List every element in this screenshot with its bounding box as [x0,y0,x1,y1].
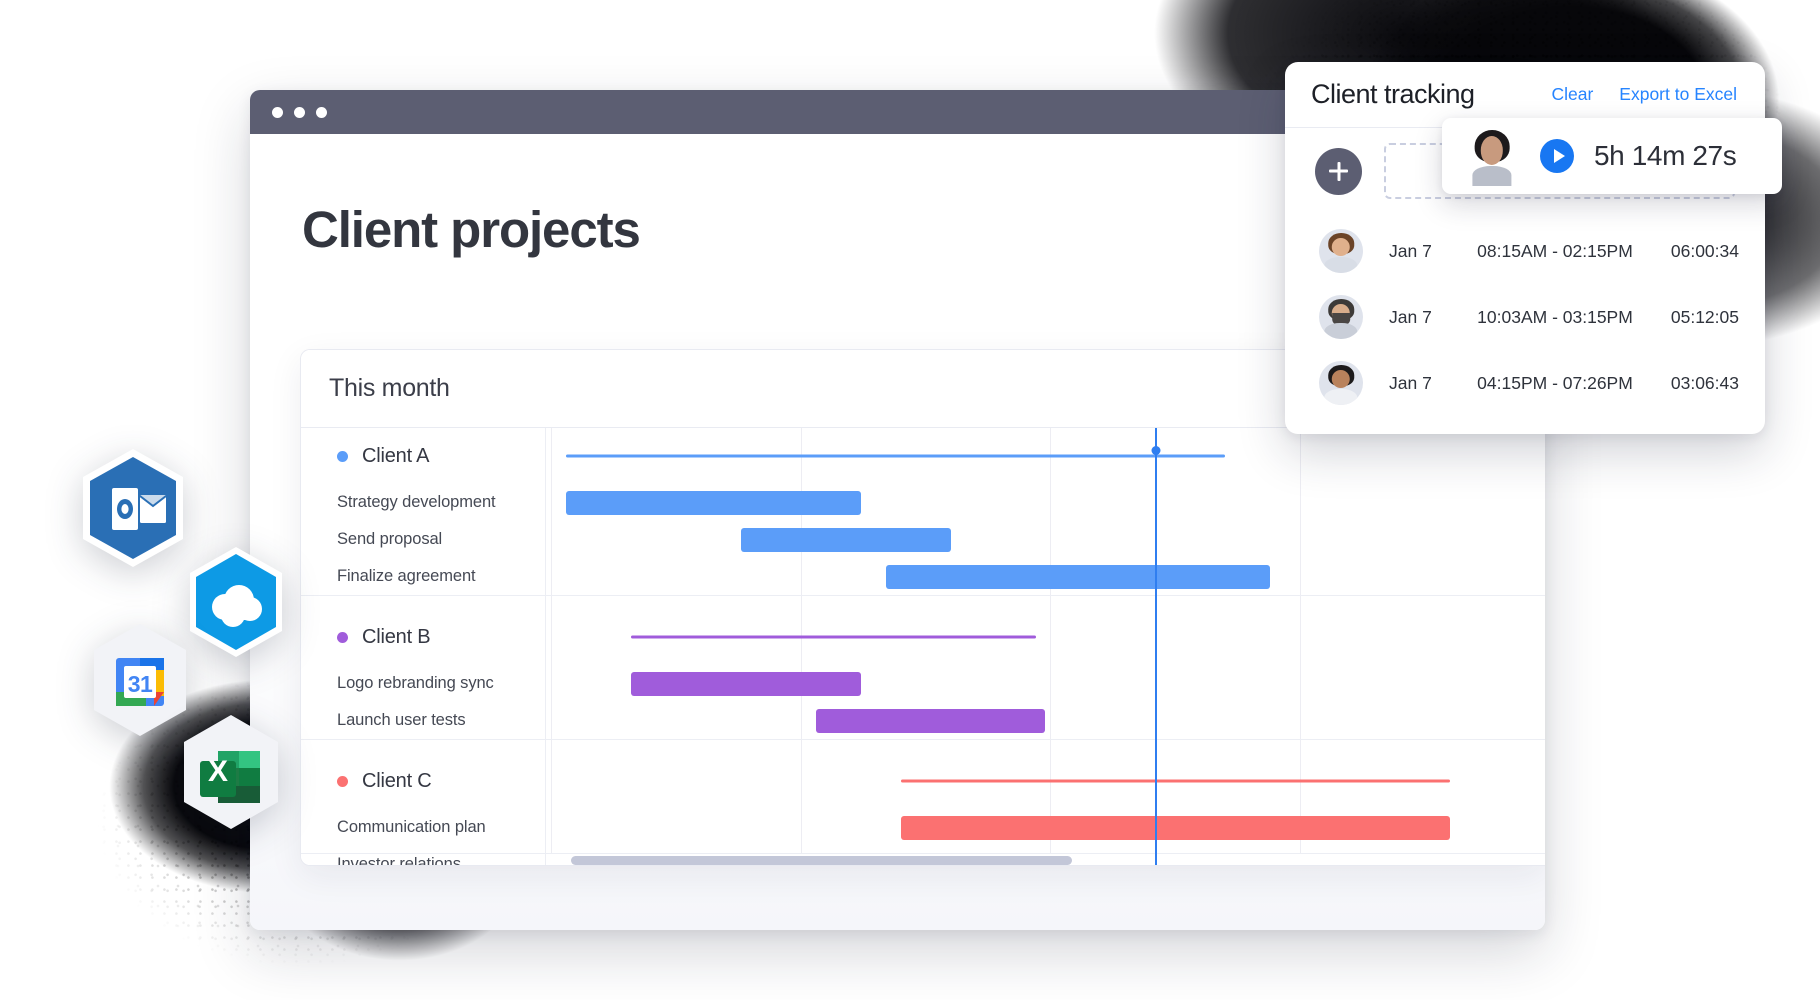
gantt-task-bar[interactable] [885,564,1271,589]
add-entry-button[interactable] [1315,147,1362,195]
gantt-body: Client A Strategy development Send proposa… [301,428,1545,865]
group-name: Client C [362,769,432,792]
gridline [550,428,552,865]
gantt-task-bar[interactable] [630,671,861,696]
avatar [1464,125,1520,187]
tracking-panel-title: Client tracking [1311,79,1475,109]
google-calendar-icon[interactable]: 31 [88,622,192,738]
time-entry-row[interactable]: Jan 7 04:15PM - 07:26PM 03:06:43 [1285,350,1765,416]
gridline [1050,428,1052,865]
gantt-group-label: Client B [337,625,431,649]
group-color-bullet [337,631,348,643]
gantt-task-row[interactable]: Logo rebranding sync [301,665,545,702]
today-marker-line [1155,428,1158,865]
salesforce-icon[interactable] [185,545,287,659]
tracking-panel-actions: Clear Export to Excel [1551,84,1737,105]
entry-date: Jan 7 [1389,240,1432,261]
time-entry-row[interactable]: Jan 7 10:03AM - 03:15PM 05:12:05 [1285,284,1765,350]
gantt-group-label: Client A [337,444,430,468]
gantt-task-row[interactable]: Strategy development [301,484,545,521]
scrollbar-thumb[interactable] [570,856,1073,865]
gantt-track-column[interactable] [546,428,1545,865]
screenshot-stage: Client projects This month Client A Strat… [0,0,1820,1000]
gantt-task-bar[interactable] [900,815,1451,840]
gantt-task-bar[interactable] [815,708,1046,733]
window-dot-minimize[interactable] [294,106,305,118]
entry-time-range: 10:03AM - 03:15PM [1477,306,1633,327]
gantt-labels-column: Client A Strategy development Send proposa… [301,428,546,865]
window-dot-maximize[interactable] [316,106,327,118]
entry-time-range: 04:15PM - 07:26PM [1477,372,1633,393]
time-entries-list: Jan 7 08:15AM - 02:15PM 06:00:34 Jan 7 10:03… [1285,214,1765,416]
entry-duration: 05:12:05 [1670,306,1739,327]
gridline [1300,428,1302,865]
group-color-bullet [337,450,348,462]
gantt-task-label: Send proposal [337,530,443,548]
avatar [1319,295,1363,339]
entry-date: Jan 7 [1389,306,1432,327]
window-dot-close[interactable] [272,106,283,118]
gantt-task-label: Logo rebranding sync [337,674,494,692]
gantt-group-row[interactable]: Client A [301,428,545,484]
gantt-task-row[interactable]: Send proposal [301,521,545,558]
play-icon[interactable] [1540,139,1574,173]
entry-date: Jan 7 [1389,372,1432,393]
gantt-header-title: This month [329,374,450,402]
export-to-excel-button[interactable]: Export to Excel [1619,84,1737,105]
active-timer-card[interactable]: 5h 14m 27s [1442,118,1782,194]
entry-duration: 03:06:43 [1670,372,1739,393]
avatar [1319,229,1363,273]
group-color-bullet [337,775,348,787]
gantt-task-label: Finalize agreement [337,567,476,585]
gantt-task-label: Launch user tests [337,711,466,729]
gantt-task-row[interactable]: Investor relations [301,846,545,866]
gantt-group-label: Client C [337,770,432,793]
gantt-group-row[interactable]: Client B [301,609,545,665]
gantt-task-label: Strategy development [337,493,496,511]
time-entry-row[interactable]: Jan 7 08:15AM - 02:15PM 06:00:34 [1285,218,1765,284]
gantt-task-bar[interactable] [740,527,951,552]
gantt-summary-bar[interactable] [565,454,1226,458]
gantt-summary-bar[interactable] [900,779,1451,783]
excel-icon[interactable]: X [178,713,284,831]
gantt-task-row[interactable]: Finalize agreement [301,558,545,595]
entry-time-range: 08:15AM - 02:15PM [1477,240,1633,261]
timer-elapsed: 5h 14m 27s [1594,140,1737,171]
avatar [1319,361,1363,405]
clear-button[interactable]: Clear [1551,84,1593,105]
outlook-icon[interactable] [78,447,188,569]
gantt-task-label: Communication plan [337,818,486,836]
group-name: Client A [362,444,430,467]
gantt-task-row[interactable]: Launch user tests [301,702,545,739]
gantt-summary-bar[interactable] [630,635,1036,639]
entry-duration: 06:00:34 [1670,240,1739,261]
today-marker-dot[interactable] [1151,446,1161,455]
gantt-task-bar[interactable] [565,490,861,515]
gantt-task-label: Investor relations [337,855,461,866]
gantt-task-row[interactable]: Communication plan [301,809,545,846]
group-name: Client B [362,625,431,648]
gantt-group-row[interactable]: Client C [301,753,545,809]
